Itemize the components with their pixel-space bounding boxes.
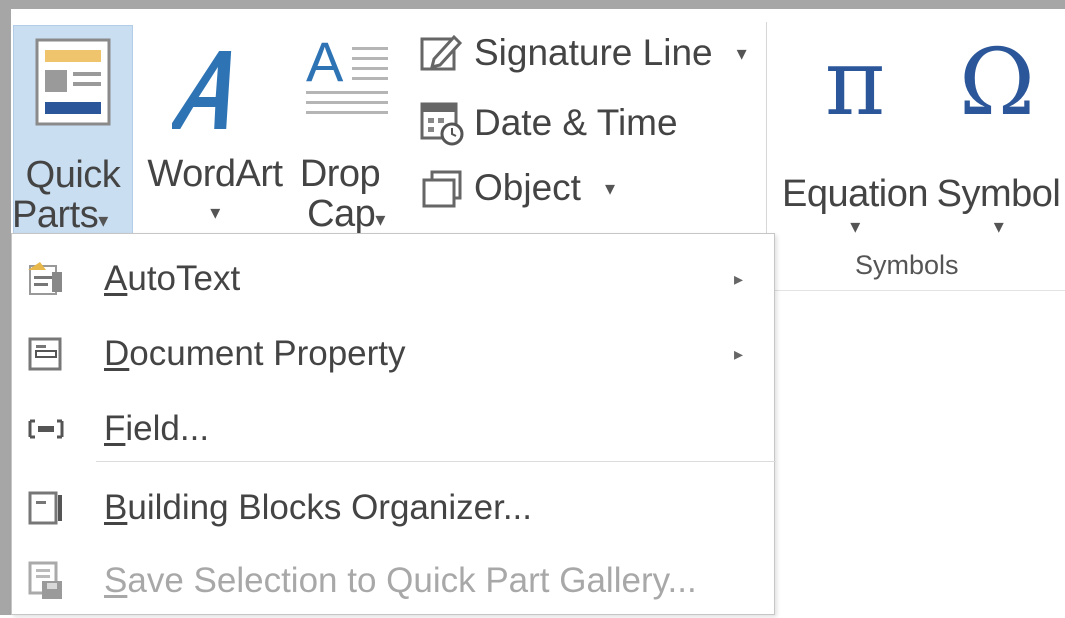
wordart-icon bbox=[172, 51, 232, 129]
drop-cap-label-line1: Drop bbox=[299, 153, 381, 195]
field-accelerator: F bbox=[104, 409, 126, 448]
autotext-icon bbox=[22, 255, 70, 303]
chevron-down-icon: ▾ bbox=[375, 209, 385, 231]
quick-parts-icon bbox=[35, 38, 111, 126]
save-selection-label: Save Selection to Quick Part Gallery... bbox=[104, 561, 697, 601]
symbol-label: Symbol bbox=[936, 173, 1061, 215]
object-label: Object bbox=[474, 167, 581, 208]
menu-item-autotext[interactable]: AutoText ▸ bbox=[12, 242, 774, 316]
equation-label: Equation bbox=[781, 173, 929, 215]
drop-cap-label-line2: Cap bbox=[307, 193, 376, 235]
object-button[interactable]: Object ▾ bbox=[420, 163, 615, 213]
submenu-arrow-icon: ▸ bbox=[734, 268, 744, 289]
symbols-group-label: Symbols bbox=[855, 250, 959, 280]
chevron-down-icon: ▾ bbox=[736, 42, 747, 65]
chevron-down-icon: ▾ bbox=[98, 210, 108, 232]
menu-item-building-blocks-organizer[interactable]: Building Blocks Organizer... bbox=[12, 471, 774, 545]
autotext-accelerator: A bbox=[104, 259, 128, 298]
symbol-button[interactable]: Ω Symbol ▾ bbox=[932, 25, 1065, 238]
ribbon-bottom-border bbox=[770, 290, 1065, 291]
building-blocks-icon bbox=[22, 484, 70, 532]
building-blocks-label: Building Blocks Organizer... bbox=[104, 488, 532, 528]
menu-item-save-selection: Save Selection to Quick Part Gallery... bbox=[12, 544, 774, 618]
svg-text:A: A bbox=[306, 33, 344, 93]
document-property-label: Document Property bbox=[104, 334, 406, 374]
pi-icon: π bbox=[824, 29, 886, 136]
submenu-arrow-icon: ▸ bbox=[734, 343, 744, 364]
save-selection-label-text: ave Selection to Quick Part Gallery... bbox=[127, 561, 697, 600]
quick-parts-label-line2: Parts bbox=[12, 194, 99, 236]
chevron-down-icon: ▾ bbox=[604, 177, 615, 200]
menu-item-document-property[interactable]: Document Property ▸ bbox=[12, 317, 774, 391]
document-property-icon bbox=[22, 330, 70, 378]
building-blocks-accelerator: B bbox=[104, 488, 128, 527]
wordart-label: WordArt bbox=[147, 153, 283, 195]
menu-item-field[interactable]: Field... bbox=[12, 392, 774, 466]
building-blocks-label-text: uilding Blocks Organizer... bbox=[127, 488, 532, 527]
date-time-icon bbox=[420, 102, 464, 146]
window-frame-top bbox=[0, 0, 1065, 9]
signature-line-button[interactable]: Signature Line ▾ bbox=[420, 28, 747, 78]
field-label-text: ield... bbox=[125, 409, 210, 448]
quick-parts-label-line1: Quick bbox=[25, 154, 121, 196]
omega-icon: Ω bbox=[958, 29, 1036, 136]
autotext-label-text: utoText bbox=[127, 259, 241, 298]
equation-button[interactable]: π Equation ▾ bbox=[775, 25, 935, 238]
document-property-accelerator: D bbox=[104, 334, 130, 373]
window-frame-left bbox=[0, 0, 11, 615]
save-selection-icon bbox=[22, 557, 70, 605]
date-time-label: Date & Time bbox=[474, 102, 678, 143]
wordart-button[interactable]: WordArt ▾ bbox=[140, 25, 290, 235]
menu-separator bbox=[96, 461, 776, 462]
chevron-down-icon: ▾ bbox=[850, 216, 860, 238]
signature-line-icon bbox=[420, 34, 463, 71]
signature-line-label: Signature Line bbox=[474, 32, 713, 73]
quick-parts-button[interactable]: Quick Parts▾ bbox=[12, 25, 133, 236]
drop-cap-button[interactable]: A Drop Cap▾ bbox=[290, 25, 405, 235]
document-property-label-text: ocument Property bbox=[129, 334, 406, 373]
drop-cap-icon: A bbox=[306, 33, 388, 114]
chevron-down-icon: ▾ bbox=[993, 216, 1004, 238]
field-label: Field... bbox=[104, 409, 209, 449]
quick-parts-menu: AutoText ▸ Document Property ▸ Field... bbox=[11, 233, 776, 618]
date-time-button[interactable]: Date & Time bbox=[420, 98, 678, 148]
chevron-down-icon: ▾ bbox=[210, 202, 220, 224]
autotext-label: AutoText bbox=[104, 259, 240, 299]
object-icon bbox=[422, 170, 462, 208]
field-icon bbox=[22, 405, 70, 453]
save-selection-accelerator: S bbox=[104, 561, 128, 600]
